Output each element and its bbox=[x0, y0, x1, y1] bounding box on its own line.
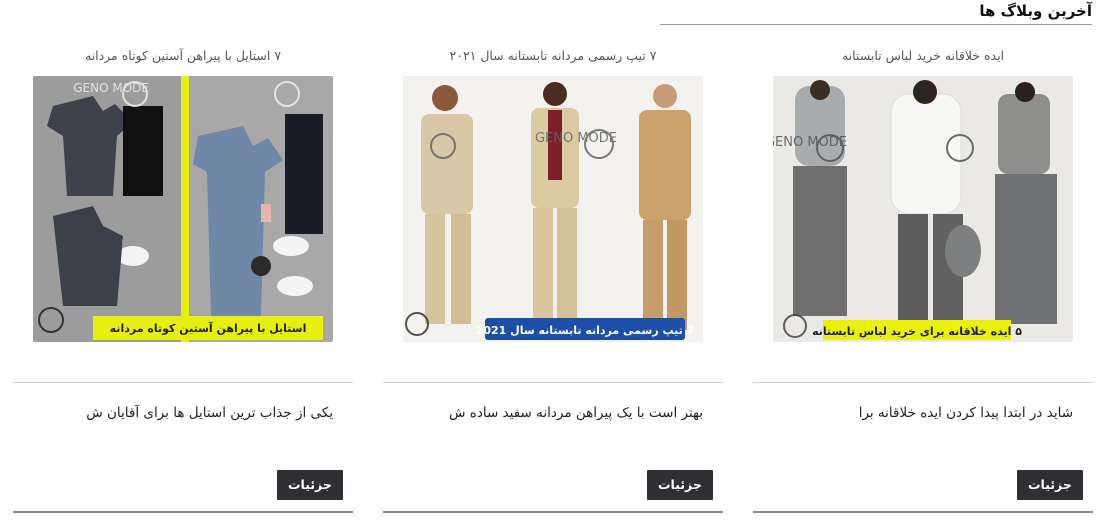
card-bottom-divider bbox=[753, 511, 1093, 513]
blog-card-title[interactable]: ۷ تیپ رسمی مردانه تابستانه سال ۲۰۲۱ bbox=[403, 48, 703, 63]
blog-card-image[interactable]: GENO MODE 7 تیپ رسمی مردانه تابستانه سال… bbox=[403, 76, 703, 342]
card-divider bbox=[383, 382, 723, 383]
blog-card: ۷ استایل با پیراهن آستین کوتاه مردانه GE… bbox=[13, 40, 353, 515]
image-banner-text: ۵ ایده خلاقانه برای خرید لباس تابستانه bbox=[812, 325, 1022, 338]
svg-text:GENO MODE: GENO MODE bbox=[73, 81, 149, 95]
blog-card: ایده خلاقانه خرید لباس تابستانه GENO MOD… bbox=[753, 40, 1093, 515]
details-button[interactable]: جزئیات bbox=[277, 470, 343, 500]
image-banner-text: استایل با پیراهن آستین کوتاه مردانه bbox=[110, 321, 307, 335]
blog-card-image[interactable]: GENO MODE استایل با پیراهن آستین کوتاه م… bbox=[33, 76, 333, 342]
card-bottom-divider bbox=[383, 511, 723, 513]
image-banner-text: 7 تیپ رسمی مردانه تابستانه سال 2021 bbox=[476, 324, 695, 337]
blog-card-title[interactable]: ۷ استایل با پیراهن آستین کوتاه مردانه bbox=[33, 48, 333, 63]
section-title: آخرین وبلاگ ها bbox=[979, 2, 1092, 20]
blog-card: ۷ تیپ رسمی مردانه تابستانه سال ۲۰۲۱ GENO… bbox=[383, 40, 723, 515]
blog-card-excerpt: بهتر است با یک پیراهن مردانه سفید ساده ش bbox=[448, 405, 703, 421]
blog-card-excerpt: یکی از جذاب ترین استایل ها برای آقایان ش bbox=[86, 405, 333, 421]
summer-clothing-photo: GENO MODE ۵ ایده خلاقانه برای خرید لباس … bbox=[773, 76, 1073, 342]
blog-card-image[interactable]: GENO MODE ۵ ایده خلاقانه برای خرید لباس … bbox=[773, 76, 1073, 342]
section-header: آخرین وبلاگ ها bbox=[660, 0, 1092, 25]
card-bottom-divider bbox=[13, 511, 353, 513]
card-divider bbox=[13, 382, 353, 383]
svg-text:GENO MODE: GENO MODE bbox=[535, 131, 617, 146]
svg-text:GENO MODE: GENO MODE bbox=[773, 135, 847, 150]
blog-card-title[interactable]: ایده خلاقانه خرید لباس تابستانه bbox=[773, 48, 1073, 63]
card-divider bbox=[753, 382, 1093, 383]
formal-menswear-photo: GENO MODE 7 تیپ رسمی مردانه تابستانه سال… bbox=[403, 76, 703, 342]
blog-card-excerpt: شاید در ابتدا پیدا کردن ایده خلاقانه برا bbox=[858, 405, 1073, 421]
details-button[interactable]: جزئیات bbox=[1017, 470, 1083, 500]
short-sleeve-shirt-photo: GENO MODE استایل با پیراهن آستین کوتاه م… bbox=[33, 76, 333, 342]
details-button[interactable]: جزئیات bbox=[647, 470, 713, 500]
